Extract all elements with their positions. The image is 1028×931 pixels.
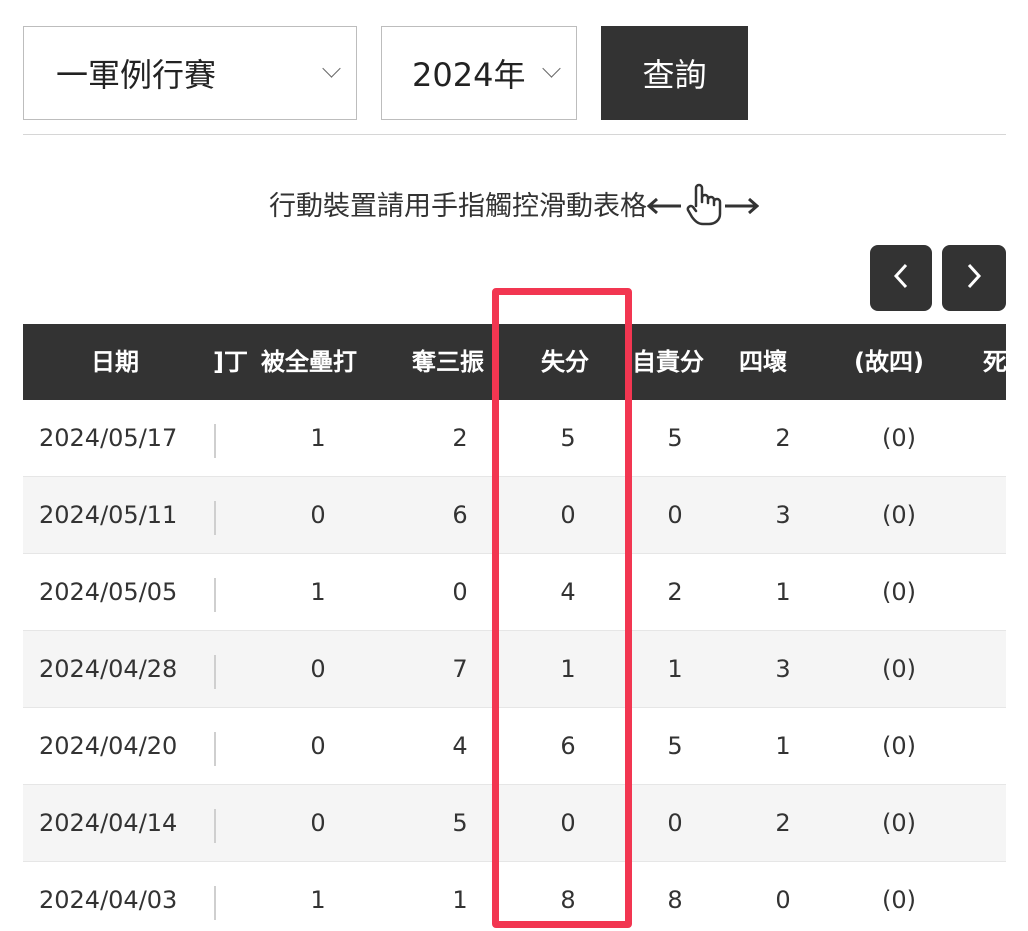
- cell-so: 1: [452, 886, 468, 914]
- cell-bb: 0: [775, 886, 791, 914]
- right-arrow-icon: [723, 192, 760, 223]
- cell-bb: 1: [775, 732, 791, 760]
- cell-date: 2024/04/03: [39, 886, 178, 914]
- cell-runs: 1: [560, 655, 576, 683]
- cell-bb: 2: [775, 809, 791, 837]
- cell-so: 5: [452, 809, 468, 837]
- cell-er: 1: [667, 655, 683, 683]
- cell-date: 2024/05/05: [39, 578, 178, 606]
- table-row: 2024/04/20 0 4 6 5 1 (0): [23, 708, 1006, 785]
- chevron-down-icon: [322, 59, 341, 78]
- cell-er: 2: [667, 578, 683, 606]
- left-arrow-icon: [646, 192, 683, 223]
- cell-bb: 2: [775, 424, 791, 452]
- cell-bb: 1: [775, 578, 791, 606]
- table-row: 2024/04/03 1 1 8 8 0 (0): [23, 862, 1006, 931]
- cell-ibb: (0): [882, 578, 916, 606]
- column-divider: [214, 501, 216, 535]
- cell-so: 6: [452, 501, 468, 529]
- column-divider: [214, 886, 216, 920]
- table-row: 2024/05/17 1 2 5 5 2 (0): [23, 400, 1006, 477]
- cell-runs: 5: [560, 424, 576, 452]
- col-date: 日期: [91, 348, 139, 376]
- table-row: 2024/04/28 0 7 1 1 3 (0): [23, 631, 1006, 708]
- cell-runs: 4: [560, 578, 576, 606]
- cell-ibb: (0): [882, 501, 916, 529]
- table-row: 2024/04/14 0 5 0 0 2 (0): [23, 785, 1006, 862]
- cell-date: 2024/05/17: [39, 424, 178, 452]
- table-row: 2024/05/11 0 6 0 0 3 (0): [23, 477, 1006, 554]
- cell-so: 0: [452, 578, 468, 606]
- stats-table[interactable]: 日期 ]丁 被全壘打 奪三振 失分 自責分 四壞 (故四) 死 2024/05/…: [23, 324, 1006, 931]
- chevron-down-icon: [542, 59, 561, 78]
- cell-bb: 3: [775, 501, 791, 529]
- col-partial: ]丁: [213, 348, 248, 376]
- cell-date: 2024/04/28: [39, 655, 178, 683]
- cell-so: 2: [452, 424, 468, 452]
- game-type-select[interactable]: 一軍例行賽: [23, 26, 357, 120]
- col-walks: 四壞: [739, 348, 787, 376]
- chevron-left-icon: [891, 261, 911, 295]
- cell-hr: 0: [310, 732, 326, 760]
- col-ibb: (故四): [854, 348, 924, 376]
- year-select[interactable]: 2024年: [381, 26, 577, 120]
- cell-hr: 1: [310, 578, 326, 606]
- cell-ibb: (0): [882, 655, 916, 683]
- cell-date: 2024/04/20: [39, 732, 178, 760]
- scroll-left-button[interactable]: [870, 245, 932, 311]
- swipe-hint-text: 行動裝置請用手指觸控滑動表格: [269, 191, 647, 222]
- cell-hr: 0: [310, 809, 326, 837]
- col-strikeout: 奪三振: [412, 348, 484, 376]
- cell-er: 0: [667, 809, 683, 837]
- cell-hr: 1: [310, 886, 326, 914]
- cell-er: 5: [667, 424, 683, 452]
- cell-ibb: (0): [882, 809, 916, 837]
- col-hr-allowed: 被全壘打: [261, 348, 357, 376]
- table-row: 2024/05/05 1 0 4 2 1 (0): [23, 554, 1006, 631]
- scroll-right-button[interactable]: [942, 245, 1006, 311]
- cell-runs: 0: [560, 501, 576, 529]
- year-value: 2024年: [412, 56, 526, 94]
- cell-date: 2024/05/11: [39, 501, 178, 529]
- cell-er: 5: [667, 732, 683, 760]
- cell-runs: 0: [560, 809, 576, 837]
- cell-hr: 1: [310, 424, 326, 452]
- column-divider: [214, 732, 216, 766]
- swipe-hint: 行動裝置請用手指觸控滑動表格: [0, 182, 1028, 233]
- cell-so: 7: [452, 655, 468, 683]
- column-divider: [214, 809, 216, 843]
- cell-bb: 3: [775, 655, 791, 683]
- cell-ibb: (0): [882, 424, 916, 452]
- chevron-right-icon: [964, 261, 984, 295]
- divider: [23, 134, 1006, 135]
- cell-er: 8: [667, 886, 683, 914]
- table-header: 日期 ]丁 被全壘打 奪三振 失分 自責分 四壞 (故四) 死: [23, 324, 1006, 400]
- column-divider: [214, 424, 216, 458]
- col-runs: 失分: [541, 348, 589, 376]
- cell-ibb: (0): [882, 732, 916, 760]
- cell-hr: 0: [310, 655, 326, 683]
- pointing-hand-icon: [683, 182, 723, 233]
- cell-er: 0: [667, 501, 683, 529]
- column-divider: [214, 578, 216, 612]
- cell-runs: 8: [560, 886, 576, 914]
- query-button[interactable]: 查詢: [601, 26, 748, 120]
- cell-ibb: (0): [882, 886, 916, 914]
- column-divider: [214, 655, 216, 689]
- game-type-value: 一軍例行賽: [56, 56, 217, 94]
- cell-date: 2024/04/14: [39, 809, 178, 837]
- col-next-partial: 死: [983, 348, 1006, 376]
- cell-so: 4: [452, 732, 468, 760]
- cell-runs: 6: [560, 732, 576, 760]
- cell-hr: 0: [310, 501, 326, 529]
- col-earned-runs: 自責分: [632, 348, 704, 376]
